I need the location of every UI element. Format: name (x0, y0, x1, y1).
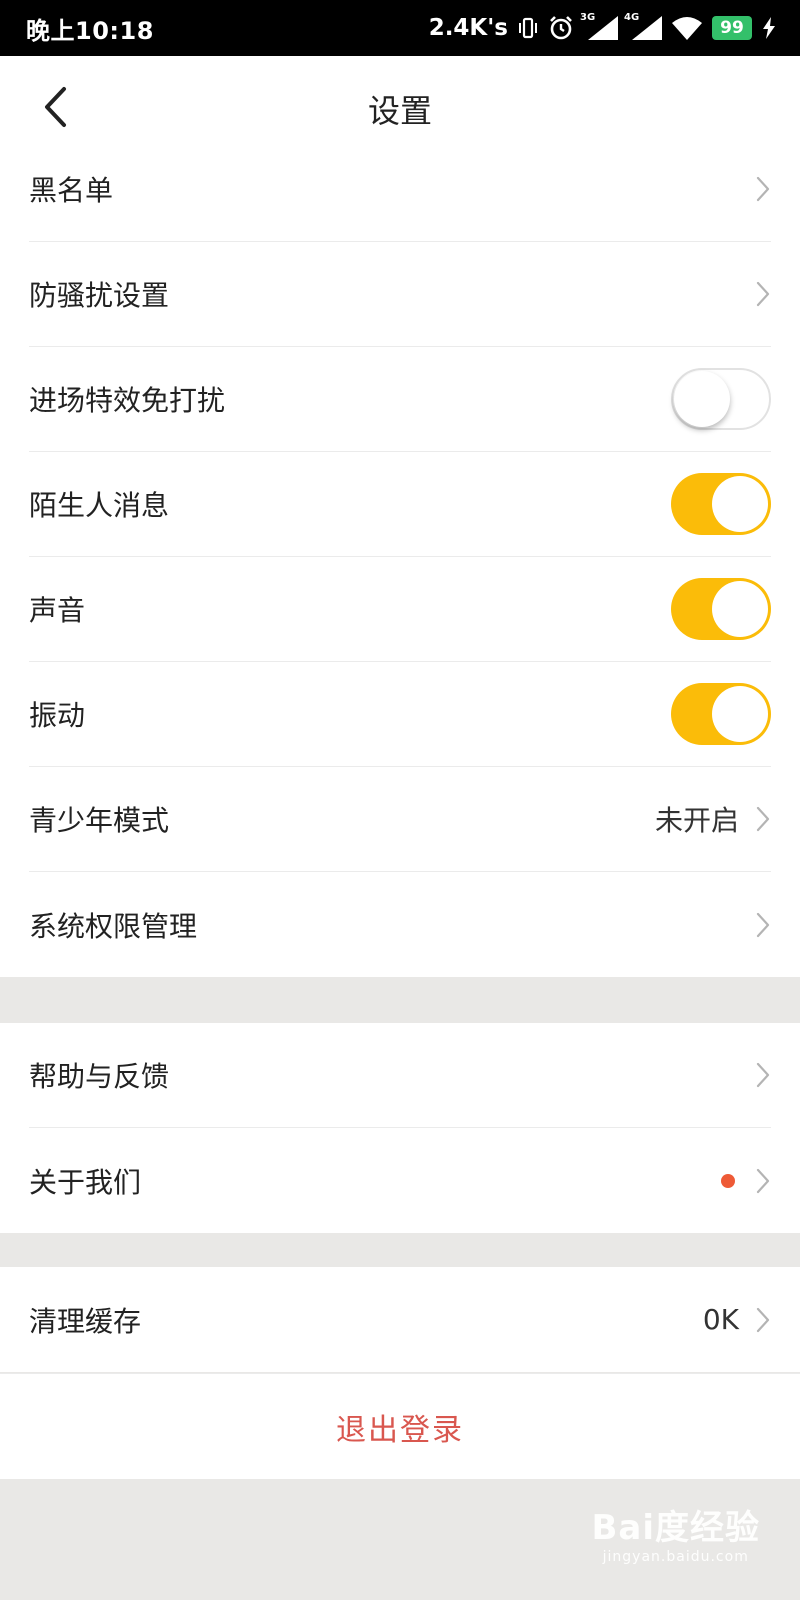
row-label: 防骚扰设置 (29, 279, 170, 312)
network-speed: 2.4K's (428, 15, 508, 41)
notification-dot (721, 1173, 735, 1188)
chevron-right-icon (755, 1307, 771, 1333)
toggle-knob (712, 476, 768, 532)
row-stranger-messages: 陌生人消息 (29, 452, 771, 557)
row-label: 声音 (29, 594, 86, 627)
status-icons: 2.4K's 3G 4G 99 (428, 12, 776, 41)
row-help-feedback[interactable]: 帮助与反馈 (29, 1023, 771, 1128)
row-label: 进场特效免打扰 (29, 384, 226, 417)
row-vibration: 振动 (29, 662, 771, 767)
toggle-knob (674, 371, 730, 427)
row-label: 关于我们 (29, 1165, 142, 1199)
page-title: 设置 (367, 92, 432, 130)
entrance-effect-toggle[interactable] (671, 368, 771, 430)
row-label: 振动 (29, 699, 86, 732)
logout-label: 退出登录 (336, 1412, 464, 1448)
row-label: 系统权限管理 (29, 909, 198, 943)
settings-group-help: 帮助与反馈 关于我们 (0, 1023, 800, 1233)
sound-toggle[interactable] (671, 578, 771, 640)
row-label: 黑名单 (29, 174, 114, 207)
vibration-toggle[interactable] (671, 683, 771, 745)
wifi-icon (672, 16, 702, 40)
row-label: 陌生人消息 (29, 489, 170, 522)
charging-icon (762, 17, 776, 39)
chevron-right-icon (755, 176, 771, 202)
chevron-right-icon (755, 1168, 771, 1194)
status-time: 晚上10:18 (26, 16, 154, 45)
chevron-right-icon (755, 806, 771, 832)
row-sound: 声音 (29, 557, 771, 662)
row-blacklist[interactable]: 黑名单 (29, 137, 771, 242)
battery-indicator: 99 (712, 16, 752, 40)
watermark-url: jingyan.baidu.com (602, 1549, 749, 1565)
row-label: 青少年模式 (29, 804, 170, 837)
cache-size: 0K (702, 1303, 739, 1336)
row-label: 帮助与反馈 (29, 1060, 170, 1093)
alarm-icon (548, 15, 574, 41)
signal-4g-icon: 4G (624, 12, 662, 40)
toggle-knob (712, 581, 768, 637)
youth-mode-status: 未开启 (654, 804, 739, 837)
settings-group-main: 黑名单 防骚扰设置 进场特效免打扰 陌生人消息 声音 振动 青少年模式 未开启 … (0, 137, 800, 977)
chevron-right-icon (755, 912, 771, 938)
vibrate-icon (518, 17, 538, 39)
row-about-us[interactable]: 关于我们 (29, 1128, 771, 1233)
status-bar: 晚上10:18 2.4K's 3G 4G 99 (0, 0, 800, 56)
settings-group-cache: 清理缓存 0K (0, 1267, 800, 1372)
logout-button[interactable]: 退出登录 (0, 1373, 800, 1479)
watermark-logo-text: Bai度经验 (591, 1508, 760, 1548)
toggle-knob (712, 686, 768, 742)
chevron-right-icon (755, 281, 771, 307)
row-clear-cache[interactable]: 清理缓存 0K (29, 1267, 771, 1372)
chevron-right-icon (755, 1062, 771, 1088)
baidu-watermark: Bai度经验 jingyan.baidu.com (591, 1500, 760, 1565)
row-youth-mode[interactable]: 青少年模式 未开启 (29, 767, 771, 872)
row-entrance-effect: 进场特效免打扰 (29, 347, 771, 452)
signal-3g-icon: 3G (580, 12, 618, 40)
row-system-permissions[interactable]: 系统权限管理 (29, 872, 771, 977)
stranger-messages-toggle[interactable] (671, 473, 771, 535)
row-label: 清理缓存 (29, 1304, 142, 1338)
row-anti-harassment[interactable]: 防骚扰设置 (29, 242, 771, 347)
